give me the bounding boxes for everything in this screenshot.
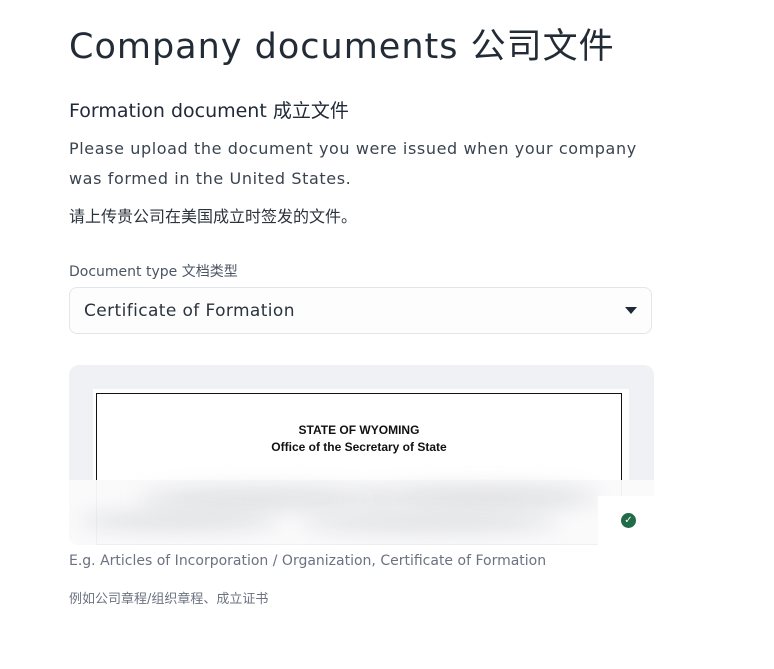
document-upload-preview[interactable]: STATE OF WYOMING Office of the Secretary… xyxy=(69,365,654,545)
check-circle-icon: ✓ xyxy=(621,513,636,528)
page-title: Company documents 公司文件 xyxy=(69,27,615,67)
examples-hint-cn: 例如公司章程/组织章程、成立证书 xyxy=(69,592,269,607)
document-heading-line2: Office of the Secretary of State xyxy=(271,440,447,454)
caret-down-icon xyxy=(625,307,637,314)
document-heading: STATE OF WYOMING Office of the Secretary… xyxy=(97,422,621,456)
document-type-label: Document type 文档类型 xyxy=(69,264,238,280)
section-title: Formation document 成立文件 xyxy=(69,100,349,122)
section-description-cn: 请上传贵公司在美国成立时签发的文件。 xyxy=(69,207,358,226)
redacted-file-info xyxy=(69,480,654,545)
document-type-value: Certificate of Formation xyxy=(84,301,295,321)
blurred-text xyxy=(299,514,559,532)
document-type-select[interactable]: Certificate of Formation xyxy=(69,287,652,334)
examples-hint: E.g. Articles of Incorporation / Organiz… xyxy=(69,553,547,569)
blurred-text xyxy=(369,486,599,508)
document-heading-line1: STATE OF WYOMING xyxy=(298,423,420,437)
blurred-text xyxy=(79,512,279,530)
upload-status: ✓ xyxy=(598,496,654,545)
section-description: Please upload the document you were issu… xyxy=(69,139,637,188)
blurred-text xyxy=(139,488,389,508)
company-documents-page: Company documents 公司文件 Formation documen… xyxy=(0,0,774,669)
